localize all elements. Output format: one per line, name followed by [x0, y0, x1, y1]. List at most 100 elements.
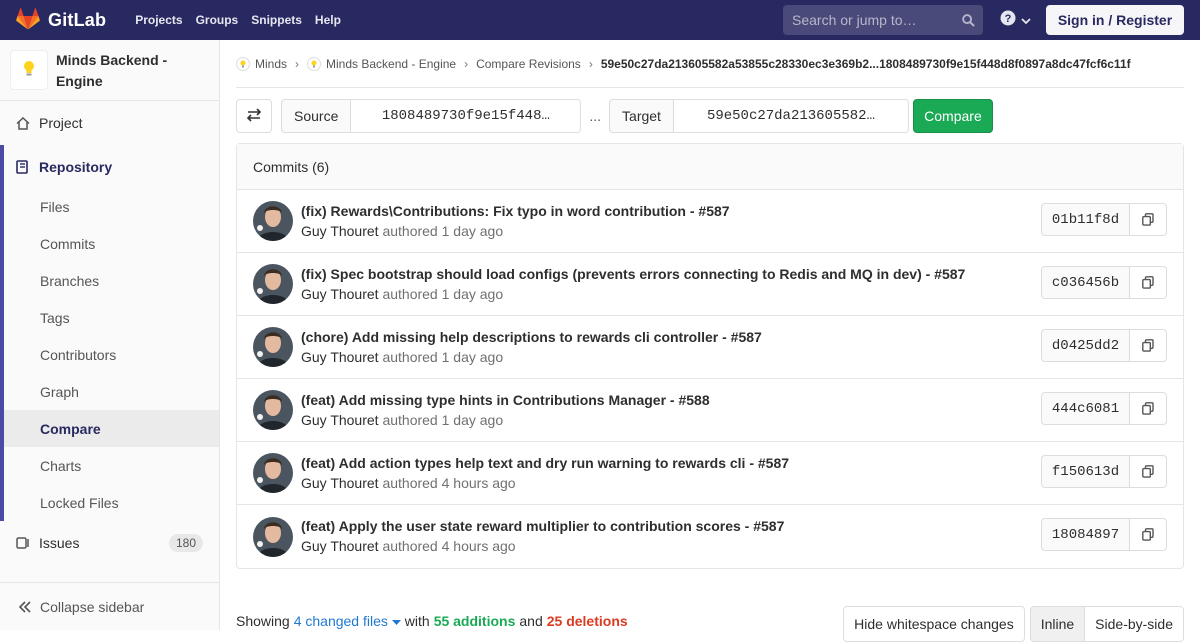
sidebar-item-locked-files[interactable]: Locked Files: [4, 484, 219, 521]
issues-icon: [16, 536, 34, 550]
nav-snippets[interactable]: Snippets: [245, 0, 308, 40]
hide-whitespace-button[interactable]: Hide whitespace changes: [843, 606, 1025, 642]
breadcrumb-current[interactable]: 59e50c27da213605582a53855c28330ec3e369b2…: [601, 57, 1131, 71]
sidebar-item-files[interactable]: Files: [4, 188, 219, 225]
commit-author[interactable]: Guy Thouret: [301, 412, 379, 428]
caret-down-icon: [391, 613, 401, 629]
sidebar-item-graph[interactable]: Graph: [4, 373, 219, 410]
search-input[interactable]: Search or jump to…: [783, 5, 983, 35]
project-name: Minds Backend - Engine: [55, 52, 168, 89]
breadcrumb-project[interactable]: Minds Backend - Engine: [307, 56, 457, 71]
breadcrumb-label: Minds Backend - Engine: [326, 56, 457, 71]
sidebar-item-repository[interactable]: Repository: [4, 145, 219, 188]
commit-author[interactable]: Guy Thouret: [301, 475, 379, 491]
nav-projects[interactable]: Projects: [129, 0, 188, 40]
compare-separator: ...: [589, 108, 602, 124]
question-icon: ?: [1000, 10, 1016, 29]
avatar[interactable]: [253, 453, 293, 493]
commit-sha-button[interactable]: 444c6081: [1041, 392, 1130, 425]
project-header[interactable]: Minds Backend - Engine: [0, 40, 219, 101]
changed-files-dropdown[interactable]: 4 changed files: [294, 613, 401, 629]
commit-text: (feat) Apply the user state reward multi…: [301, 516, 784, 557]
avatar[interactable]: [253, 201, 293, 241]
commit-author[interactable]: Guy Thouret: [301, 349, 379, 365]
sidebar-item-branches[interactable]: Branches: [4, 262, 219, 299]
collapse-sidebar-button[interactable]: Collapse sidebar: [0, 582, 219, 630]
project-avatar: [10, 50, 48, 90]
commit-title[interactable]: (fix) Spec bootstrap should load configs…: [301, 264, 965, 284]
side-by-side-button[interactable]: Side-by-side: [1085, 606, 1184, 642]
commit-authored-label: authored: [382, 474, 438, 491]
breadcrumb-minds[interactable]: Minds: [236, 56, 287, 71]
source-label: Source: [281, 99, 352, 133]
sidebar-item-contributors[interactable]: Contributors: [4, 336, 219, 373]
breadcrumb-compare-revisions[interactable]: Compare Revisions: [476, 57, 581, 71]
commit-text: (fix) Spec bootstrap should load configs…: [301, 264, 965, 305]
copy-sha-button[interactable]: [1130, 329, 1167, 362]
lightbulb-icon: [22, 60, 36, 81]
commit-authored-label: authored: [382, 285, 438, 302]
inline-view-button[interactable]: Inline: [1029, 606, 1086, 642]
book-icon: [16, 159, 34, 174]
nav-groups[interactable]: Groups: [190, 0, 245, 40]
sidebar-item-issues[interactable]: Issues 180: [0, 521, 219, 565]
copy-icon: [1142, 465, 1154, 478]
copy-sha-button[interactable]: [1130, 518, 1167, 551]
sidebar-item-project[interactable]: Project: [0, 101, 219, 145]
sidebar-item-compare[interactable]: Compare: [4, 410, 219, 447]
copy-icon: [1142, 528, 1154, 541]
help-dropdown[interactable]: ?: [1000, 10, 1031, 29]
commit-title[interactable]: (fix) Rewards\Contributions: Fix typo in…: [301, 201, 730, 221]
commit-author[interactable]: Guy Thouret: [301, 538, 379, 554]
commits-panel: Commits (6) (fix) Rewards\Contributions:…: [236, 143, 1184, 569]
commit-sha-group: 444c6081: [1041, 392, 1167, 425]
commit-sha-button[interactable]: c036456b: [1041, 266, 1130, 299]
source-input[interactable]: 1808489730f9e15f448…: [351, 99, 582, 133]
target-input[interactable]: 59e50c27da213605582…: [673, 99, 909, 133]
copy-icon: [1142, 213, 1154, 226]
sign-in-button[interactable]: Sign in / Register: [1046, 5, 1184, 35]
commit-row: (chore) Add missing help descriptions to…: [237, 316, 1183, 379]
sidebar-item-tags[interactable]: Tags: [4, 299, 219, 336]
commit-list: (fix) Rewards\Contributions: Fix typo in…: [237, 190, 1183, 568]
sidebar-item-commits[interactable]: Commits: [4, 225, 219, 262]
copy-sha-button[interactable]: [1130, 455, 1167, 488]
commit-author[interactable]: Guy Thouret: [301, 223, 379, 239]
commit-authored-label: authored: [382, 411, 438, 428]
target-field: Target 59e50c27da213605582…: [609, 99, 909, 133]
commit-sha-button[interactable]: 18084897: [1041, 518, 1130, 551]
avatar[interactable]: [253, 264, 293, 304]
commit-row: (fix) Rewards\Contributions: Fix typo in…: [237, 190, 1183, 253]
copy-sha-button[interactable]: [1130, 266, 1167, 299]
commit-time: 1 day ago: [441, 222, 504, 239]
copy-sha-button[interactable]: [1130, 203, 1167, 236]
sidebar-item-label: Project: [39, 115, 83, 131]
avatar[interactable]: [253, 516, 293, 557]
gitlab-logo-icon: [16, 7, 40, 33]
gitlab-brand[interactable]: GitLab: [0, 7, 107, 33]
commit-title[interactable]: (feat) Apply the user state reward multi…: [301, 516, 784, 536]
lightbulb-icon: [236, 56, 250, 71]
commit-author[interactable]: Guy Thouret: [301, 286, 379, 302]
commit-sha-button[interactable]: d0425dd2: [1041, 329, 1130, 362]
commit-title[interactable]: (feat) Add missing type hints in Contrib…: [301, 390, 710, 410]
avatar[interactable]: [253, 327, 293, 367]
commit-sha-button[interactable]: f150613d: [1041, 455, 1130, 488]
commit-title[interactable]: (feat) Add action types help text and dr…: [301, 453, 789, 473]
summary-and: and: [519, 613, 543, 629]
commit-meta: Guy Thouret authored 1 day ago: [301, 410, 710, 431]
chevron-down-icon: [1021, 12, 1031, 28]
brand-name: GitLab: [48, 9, 107, 30]
commit-text: (feat) Add action types help text and dr…: [301, 453, 789, 494]
avatar[interactable]: [253, 390, 293, 430]
commit-title[interactable]: (chore) Add missing help descriptions to…: [301, 327, 762, 347]
compare-button[interactable]: Compare: [912, 99, 993, 133]
sidebar-item-charts[interactable]: Charts: [4, 447, 219, 484]
nav-help[interactable]: Help: [309, 0, 347, 40]
source-field: Source 1808489730f9e15f448…: [281, 99, 582, 133]
swap-revisions-button[interactable]: [236, 99, 272, 133]
compare-form: Source 1808489730f9e15f448… ... Target 5…: [236, 99, 1184, 133]
commit-time: 1 day ago: [441, 348, 504, 365]
commit-sha-button[interactable]: 01b11f8d: [1041, 203, 1130, 236]
copy-sha-button[interactable]: [1130, 392, 1167, 425]
